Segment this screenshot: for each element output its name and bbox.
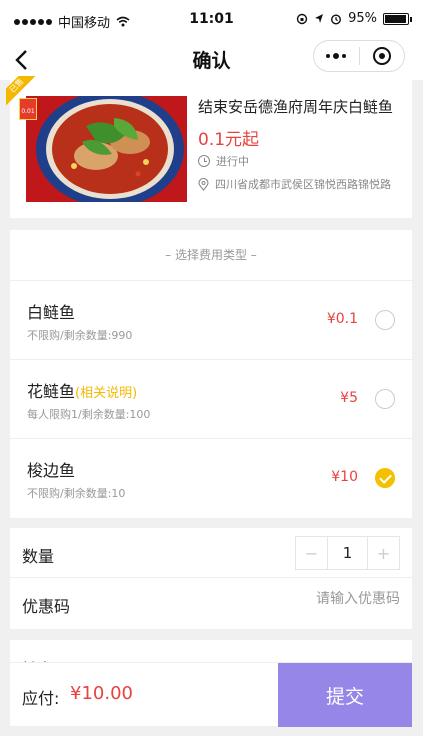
decrement-button[interactable]: −: [296, 537, 327, 569]
product-image: [26, 96, 187, 202]
submit-button[interactable]: 提交: [278, 663, 412, 727]
product-status: 进行中: [198, 153, 249, 169]
fee-radio-checked[interactable]: [375, 468, 395, 488]
status-right: 95%: [296, 11, 412, 26]
dish-illustration: [26, 96, 187, 202]
address-text: 四川省成都市武侯区锦悦西路锦悦路: [215, 178, 391, 191]
fee-name-text: 白鲢鱼: [27, 303, 76, 322]
coupon-input[interactable]: [200, 591, 400, 607]
fee-option-price: ¥0.1: [326, 311, 358, 327]
status-text: 进行中: [216, 155, 249, 168]
sold-ribbon: 已售: [6, 76, 36, 106]
order-form: 数量 − 1 + 优惠码: [10, 528, 412, 629]
location-icon: [315, 14, 324, 23]
fee-option-limit: 每人限购1/剩余数量:100: [27, 408, 151, 421]
fee-option-name: 花鲢鱼(相关说明): [27, 378, 137, 402]
close-miniprogram-button[interactable]: [360, 41, 405, 71]
quantity-stepper: − 1 +: [295, 536, 400, 570]
more-button[interactable]: [314, 41, 359, 71]
fee-option-name: 梭边鱼: [27, 457, 75, 481]
product-title: 结束安岳德渔府周年庆白鲢鱼: [198, 98, 394, 116]
coupon-label: 优惠码: [22, 597, 71, 616]
fee-radio[interactable]: [375, 310, 395, 330]
target-icon: [372, 47, 391, 65]
sold-badge: 已售: [6, 76, 36, 106]
battery-icon: [383, 12, 412, 25]
rotation-lock-icon: [296, 13, 308, 24]
fee-option-limit: 不限购/剩余数量:990: [27, 329, 133, 342]
more-icon: [326, 53, 347, 59]
clock-icon: [198, 155, 210, 167]
fee-option-suobian[interactable]: 梭边鱼 不限购/剩余数量:10 ¥10: [10, 438, 412, 517]
increment-button[interactable]: +: [368, 537, 399, 569]
fee-option-name: 白鲢鱼: [27, 299, 75, 323]
checkout-bar: 应付: ¥10.00 提交: [10, 662, 412, 727]
fee-note-link[interactable]: (相关说明): [75, 386, 137, 401]
coupon-row: 优惠码: [10, 578, 412, 628]
pay-label: 应付:: [22, 689, 60, 708]
fee-option-hualian[interactable]: 花鲢鱼(相关说明) 每人限购1/剩余数量:100 ¥5: [10, 359, 412, 438]
fee-radio[interactable]: [375, 389, 395, 409]
product-price: 0.1元起: [198, 130, 260, 150]
fee-option-baillian[interactable]: 白鲢鱼 不限购/剩余数量:990 ¥0.1: [10, 280, 412, 359]
fee-name-text: 梭边鱼: [27, 461, 76, 480]
fee-section-header: – 选择费用类型 –: [165, 248, 257, 262]
capsule-menu: [313, 40, 405, 72]
fee-option-price: ¥5: [340, 390, 358, 406]
quantity-row: 数量 − 1 +: [10, 528, 412, 578]
status-bar: 中国移动 11:01 95%: [0, 0, 423, 40]
battery-percent: 95%: [348, 11, 377, 26]
fee-type-section: – 选择费用类型 – 白鲢鱼 不限购/剩余数量:990 ¥0.1 花鲢鱼(相关说…: [10, 230, 412, 518]
quantity-value[interactable]: 1: [327, 537, 368, 569]
nav-bar: 确认: [0, 40, 423, 80]
pay-amount: ¥10.00: [70, 683, 133, 704]
fee-option-price: ¥10: [331, 469, 358, 485]
quantity-label: 数量: [22, 547, 55, 566]
product-address: 四川省成都市武侯区锦悦西路锦悦路: [198, 176, 398, 192]
location-pin-icon: [198, 177, 209, 191]
fee-name-text: 花鲢鱼: [27, 382, 76, 401]
fee-option-limit: 不限购/剩余数量:10: [27, 487, 126, 500]
alarm-icon: [331, 13, 342, 25]
product-card[interactable]: 已售 0.01 结束安岳德渔府周年庆白鲢鱼 0.1元起 进行中 四川省成都市武侯…: [6, 76, 412, 218]
